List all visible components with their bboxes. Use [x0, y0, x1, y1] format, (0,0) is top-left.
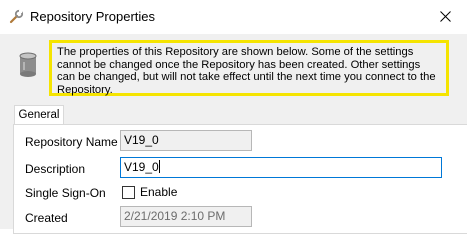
single-sign-on-enable-label[interactable]: Enable — [140, 185, 177, 199]
description-value: V19_0 — [124, 160, 159, 174]
single-sign-on-label: Single Sign-On — [25, 186, 106, 200]
wrench-icon — [8, 9, 24, 25]
title-bar[interactable]: Repository Properties — [0, 0, 467, 34]
created-label: Created — [25, 211, 68, 225]
repository-name-label: Repository Name — [25, 135, 118, 149]
window-title: Repository Properties — [30, 9, 155, 24]
text-caret — [158, 160, 160, 173]
database-icon — [18, 52, 38, 78]
repository-name-field: V19_0 — [120, 130, 252, 151]
info-message: The properties of this Repository are sh… — [49, 40, 449, 96]
description-label: Description — [25, 162, 86, 176]
created-field: 2/21/2019 2:10 PM — [120, 206, 252, 227]
close-icon — [440, 11, 451, 22]
tab-general[interactable]: General — [14, 105, 64, 125]
close-button[interactable] — [432, 4, 460, 30]
repository-properties-dialog: Repository Properties The properties of … — [0, 0, 467, 234]
single-sign-on-checkbox[interactable] — [122, 186, 135, 199]
description-input[interactable]: V19_0 — [120, 157, 442, 178]
